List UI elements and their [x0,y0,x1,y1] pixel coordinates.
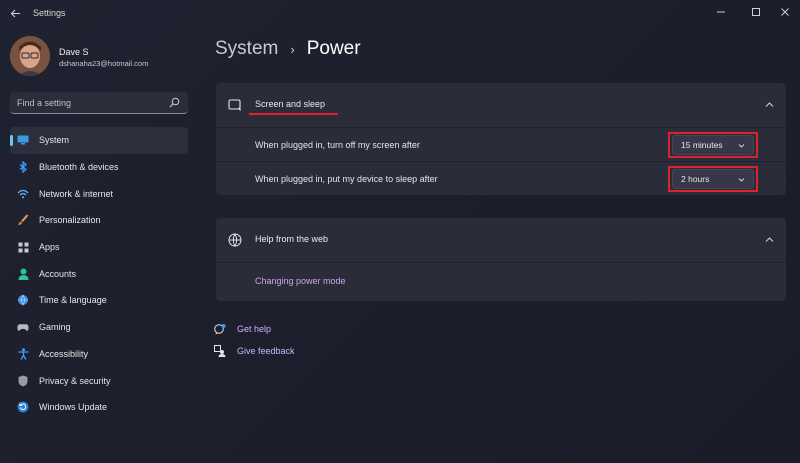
screen-off-row: When plugged in, turn off my screen afte… [216,127,786,161]
sidebar-item-accounts[interactable]: Accounts [10,260,188,287]
get-help-label: Get help [237,324,272,334]
get-help-link[interactable]: Get help [214,322,271,336]
user-email: dshanaha23@hotmail.com [59,59,149,68]
arrow-left-icon [10,9,20,17]
brush-icon [17,214,29,226]
display-icon [17,134,29,146]
sidebar-item-system[interactable]: System [10,127,188,154]
shield-icon [17,375,29,387]
globe-icon [228,233,242,247]
sidebar-item-personalization[interactable]: Personalization [10,207,188,234]
sidebar-item-bluetooth[interactable]: Bluetooth & devices [10,154,188,181]
avatar[interactable] [10,36,50,76]
update-icon [17,401,29,413]
active-indicator [10,135,13,146]
annotation-underline [249,113,338,115]
sidebar-item-label: Privacy & security [39,375,111,386]
page-title: Power [306,38,361,59]
close-icon [781,8,789,16]
close-button[interactable] [770,2,800,22]
back-button[interactable] [6,4,24,22]
annotation-box [668,132,758,158]
sidebar-item-label: Personalization [39,215,101,226]
sidebar-item-label: Time & language [39,295,107,306]
sidebar-item-label: Network & internet [39,188,114,199]
help-web-title: Help from the web [255,234,329,244]
sidebar-item-label: Bluetooth & devices [39,162,119,173]
bluetooth-icon [17,161,29,174]
help-link-row: Changing power mode [216,262,786,301]
changing-power-mode-link[interactable]: Changing power mode [255,276,346,286]
chevron-up-icon[interactable] [765,235,774,244]
help-web-header[interactable]: Help from the web [216,218,786,262]
screen-sleep-icon [228,99,241,111]
sidebar-item-label: Windows Update [39,402,108,413]
screen-sleep-card: Screen and sleep When plugged in, turn o… [216,83,786,195]
accessibility-icon [17,348,29,360]
sidebar-item-label: System [39,135,70,146]
give-feedback-label: Give feedback [237,346,295,356]
maximize-icon [752,8,760,16]
globe-clock-icon [17,294,29,307]
sidebar-item-windows-update[interactable]: Windows Update [10,394,188,421]
sidebar-item-apps[interactable]: Apps [10,234,188,261]
person-icon [17,268,29,280]
chevron-up-icon[interactable] [765,100,774,109]
user-name: Dave S [59,47,89,57]
search-box[interactable] [10,92,188,114]
sidebar-item-privacy[interactable]: Privacy & security [10,367,188,394]
profile-photo-icon [10,36,50,76]
annotation-box [668,166,758,192]
gamepad-icon [17,321,29,333]
sidebar-item-time-language[interactable]: Time & language [10,287,188,314]
give-feedback-link[interactable]: Give feedback [214,344,295,358]
sleep-label: When plugged in, put my device to sleep … [255,174,438,184]
screen-off-label: When plugged in, turn off my screen afte… [255,140,420,150]
window-title: Settings [33,8,66,18]
minimize-button[interactable] [706,2,736,22]
help-chat-icon [214,324,226,335]
sidebar-item-label: Accounts [39,268,77,279]
sidebar-item-gaming[interactable]: Gaming [10,314,188,341]
search-input[interactable] [17,96,167,109]
wifi-icon [17,188,29,200]
apps-icon [17,241,29,253]
minimize-icon [717,11,725,13]
screen-sleep-title: Screen and sleep [255,99,326,109]
sidebar-item-label: Apps [39,242,60,253]
sidebar-item-accessibility[interactable]: Accessibility [10,341,188,368]
sidebar-nav: System Bluetooth & devices Network & int… [10,127,188,421]
breadcrumb: System › Power [215,38,361,60]
sidebar-item-label: Gaming [39,322,71,333]
title-bar: Settings [0,0,800,26]
help-web-card: Help from the web Changing power mode [216,218,786,301]
sidebar-item-network[interactable]: Network & internet [10,180,188,207]
sleep-row: When plugged in, put my device to sleep … [216,161,786,195]
screen-sleep-header[interactable]: Screen and sleep [216,83,786,127]
maximize-button[interactable] [741,2,771,22]
sidebar-item-label: Accessibility [39,348,89,359]
feedback-icon [214,345,226,357]
search-icon[interactable] [169,97,180,108]
breadcrumb-separator: › [290,41,295,57]
breadcrumb-parent[interactable]: System [215,38,278,60]
